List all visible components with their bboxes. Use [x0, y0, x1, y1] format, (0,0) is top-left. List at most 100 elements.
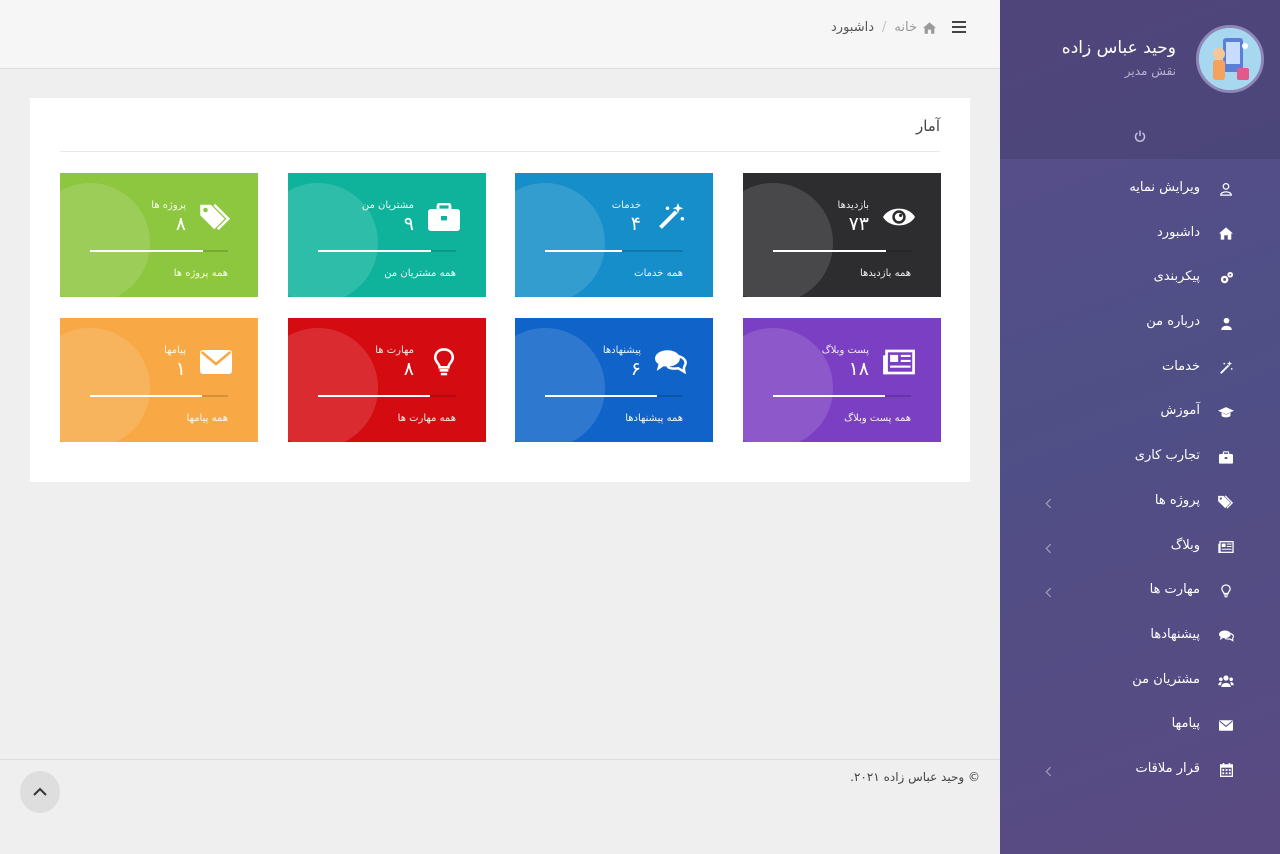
- home-icon: [1218, 226, 1234, 242]
- breadcrumb-separator: /: [882, 20, 887, 35]
- stat-tile-newspaper[interactable]: پست وبلاگ ۱۸ همه پست وبلاگ: [743, 318, 941, 442]
- tile-label: خدمات: [611, 200, 641, 211]
- lightbulb-icon: [427, 346, 461, 378]
- tile-background-watermark: [60, 328, 180, 442]
- comments-icon: [1218, 628, 1234, 644]
- sidebar-item-calendar[interactable]: قرار ملاقات: [1000, 748, 1280, 793]
- sidebar-item-user[interactable]: درباره من: [1000, 301, 1280, 346]
- sidebar-item-lightbulb[interactable]: مهارت ها: [1000, 569, 1280, 614]
- tile-footer-link[interactable]: همه بازدیدها: [860, 268, 911, 279]
- sidebar-item-envelope[interactable]: پیامها: [1000, 703, 1280, 748]
- tile-label: پیامها: [164, 345, 186, 356]
- logout-button[interactable]: [1132, 128, 1148, 144]
- envelope-icon: [1218, 717, 1234, 733]
- breadcrumb-current: داشبورد: [831, 20, 875, 35]
- sidebar-item-label: مهارت ها: [1149, 582, 1200, 598]
- tile-progress-bar: [545, 395, 683, 397]
- calendar-icon: [1218, 762, 1234, 778]
- user-icon: [1218, 315, 1234, 331]
- eye-icon: [882, 201, 916, 233]
- sidebar-item-label: وبلاگ: [1170, 537, 1200, 553]
- tile-label: پروژه ها: [151, 200, 186, 211]
- stat-tile-envelope[interactable]: پیامها ۱ همه پیامها: [60, 318, 258, 442]
- sidebar-item-label: آموزش: [1160, 403, 1200, 419]
- magic-wand-icon: [1218, 360, 1234, 376]
- tile-progress-fill: [545, 250, 623, 252]
- stats-title: آمار: [915, 117, 940, 135]
- sidebar-item-label: ویرایش نمایه: [1129, 180, 1200, 195]
- sidebar-item-graduation-cap[interactable]: آموزش: [1000, 390, 1280, 435]
- sidebar-item-users[interactable]: مشتریان من: [1000, 659, 1280, 704]
- user-role: نقش مدیر: [1124, 64, 1176, 78]
- newspaper-icon: [882, 346, 916, 378]
- tile-footer-link[interactable]: همه پیامها: [187, 413, 228, 424]
- tile-progress-bar: [90, 395, 228, 397]
- stats-card: آمار بازدیدها ۷۳ همه بازدیدها خدمات ۴ همه خدم…: [30, 98, 970, 482]
- newspaper-icon: [1218, 539, 1234, 555]
- tile-progress-fill: [318, 250, 432, 252]
- chevron-left-icon: [1045, 762, 1055, 777]
- lightbulb-icon: [1218, 583, 1234, 599]
- tile-label: مشتریان من: [361, 200, 414, 211]
- chevron-left-icon: [1045, 583, 1055, 598]
- tile-progress-fill: [318, 395, 430, 397]
- tile-progress-fill: [773, 250, 887, 252]
- sidebar-item-home[interactable]: داشبورد: [1000, 212, 1280, 257]
- sidebar-item-briefcase[interactable]: تجارب کاری: [1000, 435, 1280, 480]
- user-name: وحید عباس زاده: [1061, 38, 1176, 58]
- envelope-icon: [199, 346, 233, 378]
- tile-footer-link[interactable]: همه مشتریان من: [384, 268, 456, 279]
- graduation-cap-icon: [1218, 404, 1234, 420]
- sidebar-item-label: تجارب کاری: [1134, 448, 1200, 464]
- stat-tile-eye[interactable]: بازدیدها ۷۳ همه بازدیدها: [743, 173, 941, 297]
- scroll-to-top-button[interactable]: [20, 771, 60, 813]
- chevron-up-icon: [33, 787, 47, 796]
- sidebar-item-label: داشبورد: [1157, 224, 1200, 240]
- tile-value: ۶: [630, 358, 641, 380]
- sidebar-item-label: پروژه ها: [1154, 492, 1200, 508]
- tile-progress-fill: [545, 395, 657, 397]
- sidebar-item-user-outline[interactable]: ویرایش نمایه: [1000, 167, 1280, 212]
- tile-value: ۷۳: [848, 213, 869, 235]
- tile-progress-bar: [773, 250, 911, 252]
- stat-tile-lightbulb[interactable]: مهارت ها ۸ همه مهارت ها: [288, 318, 486, 442]
- tile-label: بازدیدها: [837, 200, 869, 211]
- sidebar-item-comments[interactable]: پیشنهادها: [1000, 614, 1280, 659]
- tile-progress-fill: [90, 395, 202, 397]
- sidebar-item-magic-wand[interactable]: خدمات: [1000, 346, 1280, 391]
- tile-label: پست وبلاگ: [821, 345, 869, 356]
- sidebar-item-label: قرار ملاقات: [1135, 760, 1200, 776]
- card-divider: [60, 151, 940, 152]
- tile-footer-link[interactable]: همه پست وبلاگ: [844, 413, 911, 424]
- tile-progress-bar: [318, 250, 456, 252]
- sidebar-item-newspaper[interactable]: وبلاگ: [1000, 525, 1280, 570]
- tile-value: ۹: [403, 213, 414, 235]
- tile-value: ۸: [403, 358, 414, 380]
- tile-progress-bar: [90, 250, 228, 252]
- tile-footer-link[interactable]: همه پروژه ها: [174, 268, 228, 279]
- chevron-left-icon: [1045, 494, 1055, 509]
- tile-footer-link[interactable]: همه مهارت ها: [398, 413, 456, 424]
- sidebar-item-gears[interactable]: پیکربندی: [1000, 256, 1280, 301]
- sidebar: وحید عباس زاده نقش مدیر ویرایش نمایه داشب…: [1000, 0, 1280, 854]
- profile-panel: وحید عباس زاده نقش مدیر: [1000, 0, 1280, 159]
- tile-value: ۸: [175, 213, 186, 235]
- comments-icon: [654, 346, 688, 378]
- top-navbar: خانه / داشبورد: [0, 0, 1000, 69]
- sidebar-item-tags[interactable]: پروژه ها: [1000, 480, 1280, 525]
- menu-toggle-icon[interactable]: [952, 21, 966, 35]
- tile-progress-bar: [545, 250, 683, 252]
- stat-tile-magic-wand[interactable]: خدمات ۴ همه خدمات: [515, 173, 713, 297]
- home-icon: [923, 21, 936, 34]
- sidebar-item-label: پیکربندی: [1153, 269, 1200, 285]
- tile-footer-link[interactable]: همه خدمات: [634, 268, 683, 279]
- tile-footer-link[interactable]: همه پیشنهادها: [625, 413, 683, 424]
- stat-tile-comments[interactable]: پیشنهادها ۶ همه پیشنهادها: [515, 318, 713, 442]
- avatar[interactable]: [1196, 25, 1264, 93]
- breadcrumb-home-link[interactable]: خانه: [894, 20, 936, 35]
- sidebar-item-label: مشتریان من: [1132, 671, 1200, 687]
- sidebar-item-label: درباره من: [1146, 314, 1200, 330]
- stat-tile-briefcase[interactable]: مشتریان من ۹ همه مشتریان من: [288, 173, 486, 297]
- sidebar-item-label: پیشنهادها: [1150, 626, 1200, 642]
- stat-tile-tags[interactable]: پروژه ها ۸ همه پروژه ها: [60, 173, 258, 297]
